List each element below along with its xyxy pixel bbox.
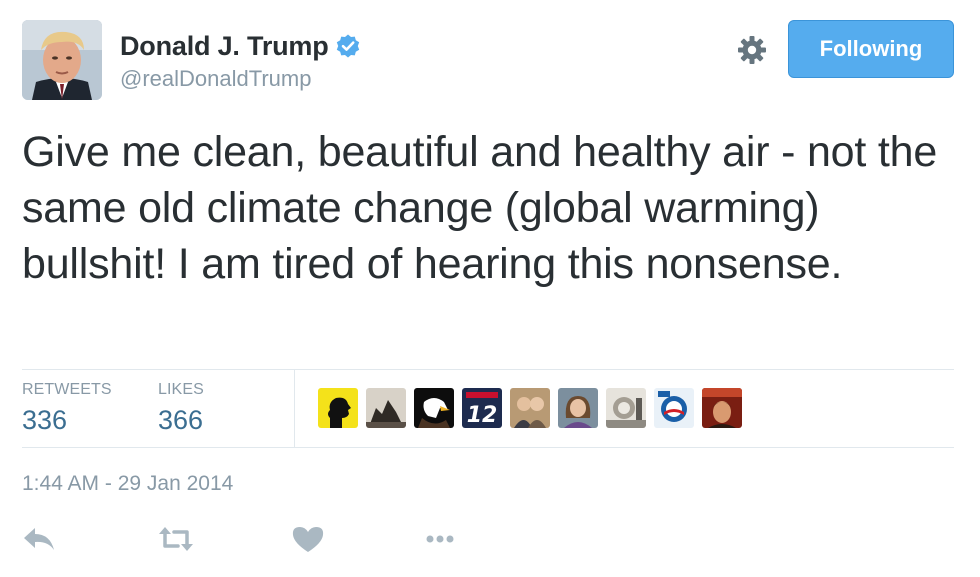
liker-avatar[interactable] [606,388,646,428]
author-handle[interactable]: @realDonaldTrump [120,66,311,92]
more-dots-icon[interactable] [420,522,460,556]
retweet-icon[interactable] [156,522,196,556]
reply-icon[interactable] [20,522,60,556]
retweets-count: 336 [22,405,68,435]
author-display-name[interactable]: Donald J. Trump [120,31,329,62]
liker-avatar[interactable] [414,388,454,428]
liker-avatar[interactable] [318,388,358,428]
author-name-row[interactable]: Donald J. Trump [120,30,361,62]
likers-avatar-row: 12 [318,388,750,428]
tweet-text: Give me clean, beautiful and healthy air… [22,128,938,288]
following-button[interactable]: Following [788,20,954,78]
liker-avatar[interactable]: 12 [462,388,502,428]
liker-avatar[interactable] [366,388,406,428]
likes-stat[interactable]: LIKES 366 [158,381,204,436]
stats-divider-bottom [22,447,954,448]
verified-badge-icon [335,33,361,59]
heart-icon[interactable] [288,522,328,556]
liker-avatar[interactable] [654,388,694,428]
liker-avatar[interactable] [510,388,550,428]
tweet-timestamp[interactable]: 1:44 AM - 29 Jan 2014 [22,472,233,496]
svg-text:12: 12 [467,403,498,428]
retweets-stat[interactable]: RETWEETS 336 [22,381,112,436]
liker-avatar[interactable] [702,388,742,428]
stats-separator [294,369,295,447]
retweets-label: RETWEETS [22,381,112,398]
stats-divider-top [22,369,954,370]
author-avatar[interactable] [22,20,102,100]
tweet-card: Donald J. Trump @realDonaldTrump Followi… [0,0,980,577]
likes-label: LIKES [158,381,204,398]
liker-avatar[interactable] [558,388,598,428]
likes-count: 366 [158,405,204,435]
gear-icon[interactable] [736,34,768,66]
